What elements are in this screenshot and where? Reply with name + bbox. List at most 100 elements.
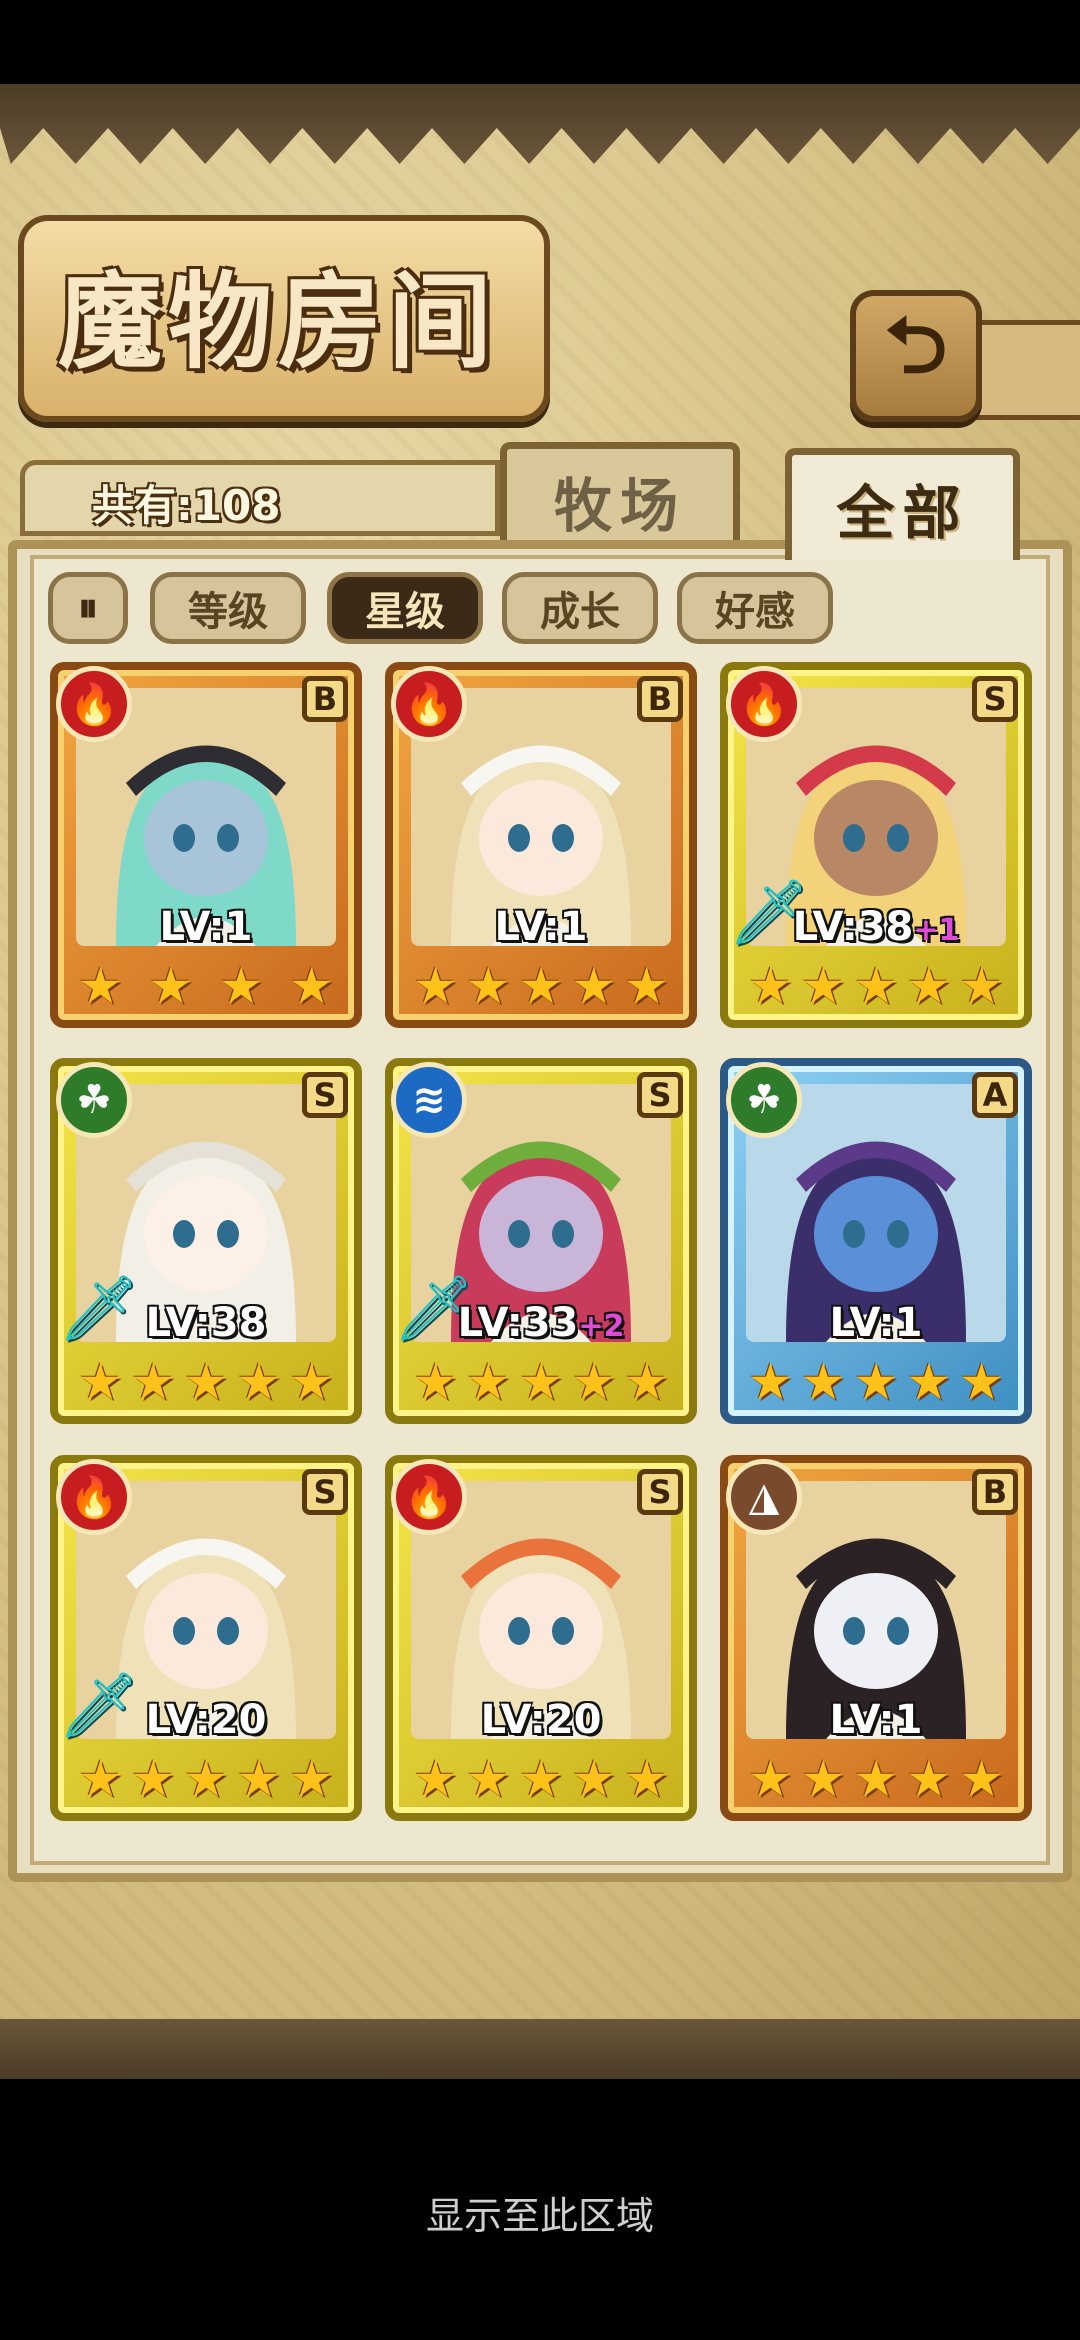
star-icon: ★ — [800, 957, 846, 1015]
rank-badge: S — [302, 1072, 348, 1118]
star-rating: ★ ★ ★ ★ ★ — [413, 957, 669, 1015]
sort-order-toggle-button[interactable]: ⏸ — [48, 572, 128, 644]
monster-level: LV:1 — [494, 904, 588, 950]
star-rating: ★ ★ ★ ★ ★ — [748, 1750, 1004, 1808]
monster-card[interactable]: 🔥S🗡LV:20★★★★★ — [50, 1455, 362, 1821]
star-icon: ★ — [148, 957, 194, 1015]
sort-level-button[interactable]: 等级 — [150, 572, 306, 644]
star-icon: ★ — [748, 1353, 793, 1411]
star-icon: ★ — [518, 1353, 564, 1411]
rank-badge: A — [972, 1072, 1018, 1118]
rank-badge: B — [972, 1469, 1018, 1515]
rank-badge: B — [302, 676, 348, 722]
monster-level: LV:1 — [829, 1300, 923, 1346]
star-icon: ★ — [748, 957, 793, 1015]
star-icon: ★ — [236, 1353, 282, 1411]
star-icon: ★ — [624, 957, 669, 1015]
monster-level: LV:33+2 — [457, 1300, 625, 1346]
monster-card[interactable]: 🔥 B LV:1 ★ ★ ★ ★ ★ — [385, 662, 697, 1028]
star-rating: ★ ★ ★ ★ ★ — [78, 1353, 334, 1411]
star-rating: ★ ★ ★ ★ ★ — [413, 1353, 669, 1411]
star-icon: ★ — [748, 1750, 793, 1808]
star-icon: ★ — [289, 1750, 334, 1808]
star-icon: ★ — [571, 1353, 617, 1411]
star-icon: ★ — [906, 1353, 952, 1411]
star-icon: ★ — [518, 1750, 564, 1808]
monster-level: LV:20 — [145, 1697, 267, 1743]
rank-badge: B — [637, 676, 683, 722]
star-icon: ★ — [906, 957, 952, 1015]
star-icon: ★ — [571, 1750, 617, 1808]
fire-element-icon: 🔥 — [391, 1459, 467, 1535]
rank-badge: S — [637, 1072, 683, 1118]
star-icon: ★ — [624, 1353, 669, 1411]
star-icon: ★ — [413, 957, 458, 1015]
monster-card[interactable]: ☘S🗡LV:38★★★★★ — [50, 1058, 362, 1424]
water-element-icon: ≋ — [391, 1062, 467, 1138]
back-button[interactable]: ⮌ — [850, 290, 982, 422]
tab-all[interactable]: 全部 — [785, 448, 1020, 560]
star-icon: ★ — [236, 1750, 282, 1808]
display-area-hint: 显示至此区域 — [425, 2194, 654, 2238]
star-rating: ★ ★ ★ ★ ★ — [78, 1750, 334, 1808]
star-rating: ★ ★ ★ ★ ★ — [748, 957, 1004, 1015]
fire-element-icon: 🔥 — [391, 666, 467, 742]
monster-level: LV:38 — [145, 1300, 267, 1346]
level-bonus: +1 — [913, 913, 960, 948]
fire-element-icon: 🔥 — [56, 666, 132, 742]
star-icon: ★ — [959, 1353, 1004, 1411]
monster-card[interactable]: ☘ A LV:1 ★ ★ ★ ★ ★ — [720, 1058, 1032, 1424]
monster-level: LV:20 — [480, 1697, 602, 1743]
earth-element-icon: ◮ — [726, 1459, 802, 1535]
star-icon: ★ — [906, 1750, 952, 1808]
star-icon: ★ — [289, 1353, 334, 1411]
tab-ranch[interactable]: 牧场 — [500, 442, 740, 552]
star-icon: ★ — [289, 957, 334, 1015]
star-icon: ★ — [518, 957, 564, 1015]
star-icon: ★ — [413, 1750, 458, 1808]
star-icon: ★ — [130, 1750, 176, 1808]
star-icon: ★ — [853, 957, 899, 1015]
star-icon: ★ — [78, 957, 123, 1015]
sort-star-button[interactable]: 星级 — [327, 572, 483, 644]
monster-level: LV:38+1 — [792, 904, 960, 950]
bottom-border — [0, 2019, 1080, 2079]
star-icon: ★ — [624, 1750, 669, 1808]
monster-card[interactable]: 🔥S🗡LV:38+1★★★★★ — [720, 662, 1032, 1028]
rank-badge: S — [972, 676, 1018, 722]
star-rating: ★ ★ ★ ★ — [78, 957, 334, 1015]
monster-level: LV:1 — [159, 904, 253, 950]
star-rating: ★ ★ ★ ★ ★ — [413, 1750, 669, 1808]
sort-toggle-icon: ⏸ — [78, 585, 98, 631]
monster-card[interactable]: 🔥 S LV:20 ★ ★ ★ ★ ★ — [385, 1455, 697, 1821]
star-icon: ★ — [218, 957, 264, 1015]
star-icon: ★ — [130, 1353, 176, 1411]
level-bonus: +2 — [578, 1309, 625, 1344]
sort-affection-button[interactable]: 好感 — [677, 572, 833, 644]
star-icon: ★ — [571, 957, 617, 1015]
sort-growth-button[interactable]: 成长 — [502, 572, 658, 644]
star-icon: ★ — [959, 957, 1004, 1015]
nature-element-icon: ☘ — [726, 1062, 802, 1138]
monster-card[interactable]: 🔥 B LV:1 ★ ★ ★ ★ — [50, 662, 362, 1028]
page-title: 魔物房间 — [57, 260, 498, 383]
star-icon: ★ — [853, 1750, 899, 1808]
star-icon: ★ — [465, 957, 511, 1015]
star-icon: ★ — [465, 1750, 511, 1808]
star-icon: ★ — [78, 1353, 123, 1411]
star-icon: ★ — [853, 1353, 899, 1411]
star-icon: ★ — [465, 1353, 511, 1411]
monster-card[interactable]: ◮ B LV:1 ★ ★ ★ ★ ★ — [720, 1455, 1032, 1821]
top-border — [0, 84, 1080, 164]
star-icon: ★ — [800, 1353, 846, 1411]
rank-badge: S — [637, 1469, 683, 1515]
nature-element-icon: ☘ — [56, 1062, 132, 1138]
back-arrow-icon: ⮌ — [884, 301, 948, 391]
fire-element-icon: 🔥 — [726, 666, 802, 742]
fire-element-icon: 🔥 — [56, 1459, 132, 1535]
star-icon: ★ — [183, 1353, 229, 1411]
monster-card[interactable]: ≋S🗡LV:33+2★★★★★ — [385, 1058, 697, 1424]
star-icon: ★ — [78, 1750, 123, 1808]
monster-level: LV:1 — [829, 1697, 923, 1743]
star-icon: ★ — [959, 1750, 1004, 1808]
